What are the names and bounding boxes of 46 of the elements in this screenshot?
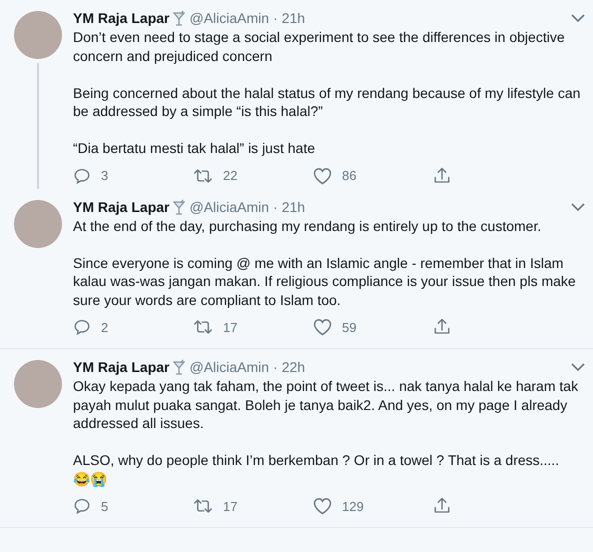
tweet-text: Since everyone is coming @ me with an Islamic angle - remember that in Islam kalau was-was jangan makan. If religious compliance is your issue then pls make sure your words are compliant to Islam too. xyxy=(73,254,577,309)
reply-icon[interactable] xyxy=(73,166,91,184)
reply-count: 2 xyxy=(101,320,108,334)
user-handle[interactable]: @AliciaAmin xyxy=(189,198,270,214)
chevron-down-icon[interactable] xyxy=(571,202,585,212)
share-icon[interactable] xyxy=(433,497,451,515)
tweet-text: At the end of the day, purchasing my rendang is entirely up to the customer. xyxy=(73,216,542,235)
chevron-down-icon[interactable] xyxy=(571,13,585,23)
tweet-text: Being concerned about the halal status of my rendang because of my lifestyle can be addressed by a simple “is this halal?” xyxy=(73,84,582,120)
timestamp[interactable]: 21h xyxy=(282,10,306,26)
user-handle[interactable]: @AliciaAmin xyxy=(189,10,270,26)
reply-icon[interactable] xyxy=(73,318,91,336)
tweet-text: ALSO, why do people think I’m berkemban ? Or in a towel ? That is a dress..... 😂😭 xyxy=(73,451,560,488)
reply-count: 5 xyxy=(101,498,108,514)
retweet-count: 17 xyxy=(223,320,238,334)
like-count: 86 xyxy=(342,168,356,183)
display-name[interactable]: YM Raja Lapar xyxy=(73,359,170,375)
heart-icon[interactable] xyxy=(313,497,332,515)
user-handle[interactable]: @AliciaAmin xyxy=(189,359,270,375)
reply-icon[interactable] xyxy=(73,497,91,515)
tweet-text: Don’t even need to stage a social experiment to see the differences in objective concern and prejudiced concern xyxy=(73,28,566,65)
cocktail-glass-icon xyxy=(173,359,186,375)
retweet-icon[interactable] xyxy=(193,166,213,184)
retweet-count: 17 xyxy=(223,498,238,514)
heart-icon[interactable] xyxy=(313,318,332,336)
display-name[interactable]: YM Raja Lapar xyxy=(73,10,170,26)
like-count: 59 xyxy=(342,320,356,334)
timestamp[interactable]: 22h xyxy=(282,359,306,375)
cocktail-glass-icon xyxy=(173,10,186,26)
separator-dot: · xyxy=(273,198,278,214)
share-icon[interactable] xyxy=(433,166,451,184)
tweet-text: Okay kepada yang tak faham, the point of tweet is... nak tanya halal ke haram tak payah mulut puaka sangat. Boleh je tanya baik2. And yes, on my page I already addressed all issues. xyxy=(73,377,580,432)
share-icon[interactable] xyxy=(433,318,451,336)
retweet-icon[interactable] xyxy=(193,318,213,336)
chevron-down-icon[interactable] xyxy=(571,362,585,372)
tweet-text: “Dia bertatu mesti tak halal” is just hate xyxy=(73,139,316,158)
reply-count: 3 xyxy=(101,168,108,183)
retweet-icon[interactable] xyxy=(193,497,213,515)
heart-icon[interactable] xyxy=(313,166,332,184)
like-count: 129 xyxy=(342,498,364,514)
display-name[interactable]: YM Raja Lapar xyxy=(73,198,170,214)
separator-dot: · xyxy=(273,359,278,375)
separator-dot: · xyxy=(273,10,278,26)
cocktail-glass-icon xyxy=(173,198,186,214)
timestamp[interactable]: 21h xyxy=(282,198,306,214)
retweet-count: 22 xyxy=(223,168,238,183)
